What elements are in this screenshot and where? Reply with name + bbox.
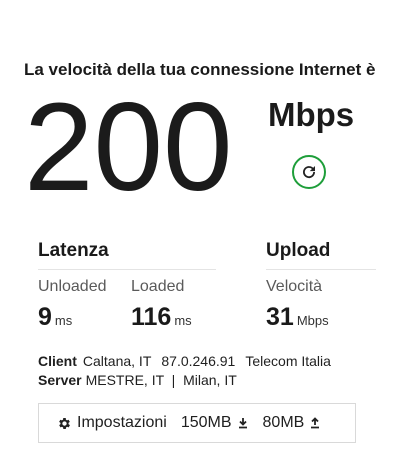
server-info: Server MESTRE, IT | Milan, IT	[38, 372, 237, 388]
latency-unloaded-value: 9 ms	[38, 303, 72, 332]
upload-velocity-number: 31	[266, 303, 294, 331]
latency-title: Latenza	[38, 240, 109, 261]
latency-loaded-label: Loaded	[131, 278, 185, 295]
client-isp: Telecom Italia	[245, 353, 331, 369]
latency-unloaded-unit: ms	[54, 313, 73, 328]
server-text: MESTRE, IT | Milan, IT	[85, 372, 237, 388]
latency-loaded-value: 116 ms	[131, 303, 192, 332]
speed-headline: La velocità della tua connessione Intern…	[24, 60, 376, 79]
download-size-value: 150MB	[180, 414, 232, 431]
gear-icon	[59, 417, 70, 429]
upload-divider	[266, 269, 376, 270]
client-location: Caltana, IT	[82, 353, 152, 369]
download-size: 150MB	[181, 414, 249, 432]
upload-velocity-value: 31 Mbps	[266, 303, 329, 332]
download-icon	[238, 418, 247, 429]
upload-size-value: 80MB	[262, 414, 305, 431]
refresh-icon	[303, 166, 316, 179]
settings-bar: Impostazioni 150MB 80MB	[38, 403, 356, 443]
client-ip: 87.0.246.91	[161, 353, 236, 369]
refresh-button[interactable]	[292, 155, 326, 189]
latency-divider	[38, 269, 216, 270]
speed-value: 200	[24, 78, 233, 217]
server-label: Server	[38, 372, 82, 388]
settings-button[interactable]: Impostazioni	[57, 414, 167, 432]
latency-loaded-number: 116	[131, 303, 172, 331]
upload-size: 80MB	[263, 414, 322, 432]
latency-unloaded-label: Unloaded	[38, 278, 107, 295]
upload-velocity-label: Velocità	[266, 278, 323, 295]
speed-unit: Mbps	[268, 96, 355, 133]
upload-title: Upload	[266, 240, 331, 261]
latency-unloaded-number: 9	[38, 303, 52, 331]
latency-loaded-unit: ms	[174, 313, 192, 328]
settings-label: Impostazioni	[77, 414, 167, 431]
client-info: Client Caltana, IT 87.0.246.91 Telecom Ital…	[38, 353, 331, 369]
upload-velocity-unit: Mbps	[296, 313, 329, 328]
client-label: Client	[38, 353, 77, 369]
upload-icon	[311, 417, 320, 429]
